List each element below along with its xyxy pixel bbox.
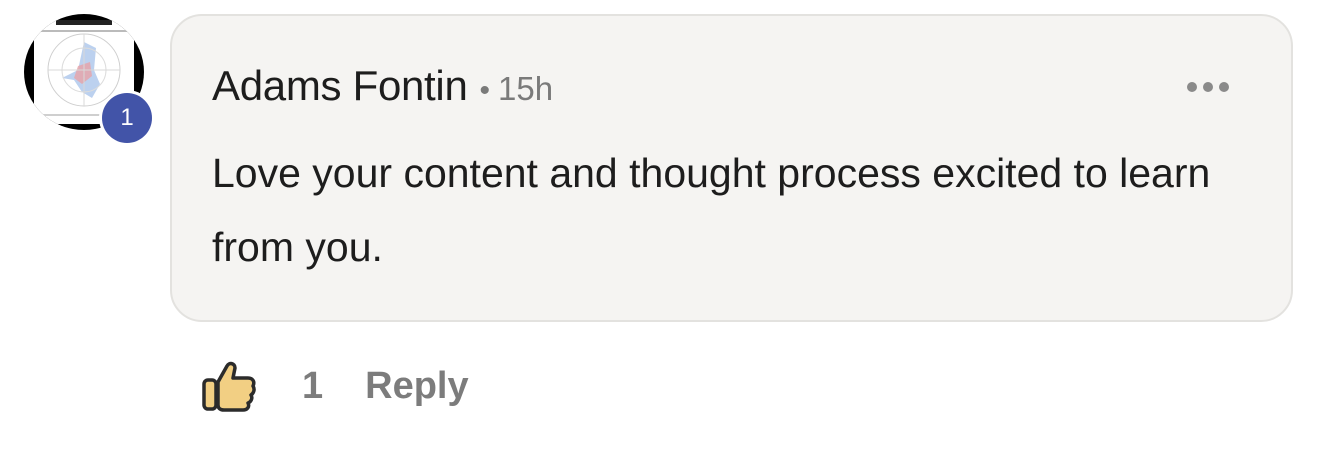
comment-actions: 1 Reply — [200, 358, 469, 414]
header-separator: • — [479, 74, 491, 107]
comment-timestamp: 15h — [498, 70, 554, 107]
notification-badge: 1 — [99, 90, 155, 146]
like-count: 1 — [302, 364, 324, 407]
comment-header: Adams Fontin • 15h — [212, 62, 553, 110]
author-name[interactable]: Adams Fontin — [212, 62, 468, 110]
thumbs-up-icon[interactable] — [200, 360, 256, 412]
more-options-icon[interactable] — [1187, 82, 1229, 92]
comment-card: 1 Adams Fontin • 15h Love your content a… — [0, 0, 1320, 450]
reply-button[interactable]: Reply — [365, 365, 468, 408]
notification-badge-count: 1 — [102, 93, 152, 143]
comment-bubble: Adams Fontin • 15h Love your content and… — [170, 14, 1293, 322]
comment-text: Love your content and thought process ex… — [212, 150, 1211, 270]
